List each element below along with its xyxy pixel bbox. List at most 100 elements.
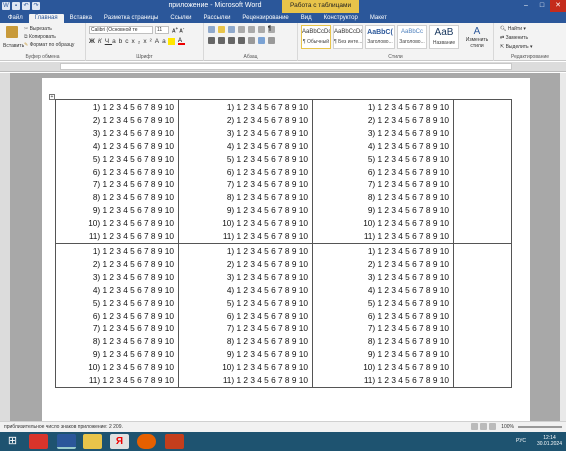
document-table[interactable]: 1) 1 2 3 4 5 6 7 8 9 10 2) 1 2 3 4 5 6 7 … <box>55 99 512 388</box>
start-button-icon[interactable]: ⊞ <box>3 434 22 449</box>
align-left-icon[interactable] <box>208 37 215 44</box>
cell-line: 5) 1 2 3 4 5 6 7 8 9 10 <box>92 153 174 164</box>
word-taskbar-icon[interactable] <box>57 434 76 449</box>
multilevel-list-icon[interactable] <box>228 26 235 33</box>
cell-line: 7) 1 2 3 4 5 6 7 8 9 10 <box>92 179 174 190</box>
style-no-spacing[interactable]: AaBbCcDc ¶ Без инте... <box>333 25 363 49</box>
cell-line: 10) 1 2 3 4 5 6 7 8 9 10 <box>363 218 449 229</box>
tab-design[interactable]: Конструктор <box>318 14 364 23</box>
cut-button[interactable]: ✂ Вырезать <box>24 26 52 32</box>
bold-icon[interactable]: Ж <box>89 38 98 45</box>
font-name-select[interactable]: Calibri (Основной те <box>89 26 153 34</box>
tab-file[interactable]: Файл <box>2 14 29 23</box>
full-screen-icon[interactable] <box>480 423 487 430</box>
tab-view[interactable]: Вид <box>295 14 318 23</box>
change-styles-button[interactable]: A Изменить стили <box>463 26 491 49</box>
acrobat-icon[interactable] <box>29 434 48 449</box>
tab-home[interactable]: Главная <box>28 14 64 23</box>
tab-layout[interactable]: Макет <box>364 14 393 23</box>
cell-line: 9) 1 2 3 4 5 6 7 8 9 10 <box>226 205 308 216</box>
align-center-icon[interactable] <box>218 37 225 44</box>
horizontal-ruler[interactable] <box>0 62 566 72</box>
table-cell[interactable]: 1) 1 2 3 4 5 6 7 8 9 10 2) 1 2 3 4 5 6 7 … <box>55 99 179 244</box>
justify-icon[interactable] <box>238 37 245 44</box>
zoom-slider[interactable] <box>518 426 562 428</box>
table-cell[interactable]: 1) 1 2 3 4 5 6 7 8 9 10 2) 1 2 3 4 5 6 7 … <box>178 99 313 244</box>
style-heading-1[interactable]: AaBbC( Заголово... <box>365 25 395 49</box>
cell-line: 5) 1 2 3 4 5 6 7 8 9 10 <box>367 297 449 308</box>
cell-line: 4) 1 2 3 4 5 6 7 8 9 10 <box>367 140 449 151</box>
tab-references[interactable]: Ссылки <box>164 14 197 23</box>
pilcrow-icon[interactable]: ¶ <box>268 26 275 33</box>
yandex-browser-icon[interactable]: Я <box>110 434 129 449</box>
cell-line: 8) 1 2 3 4 5 6 7 8 9 10 <box>367 192 449 203</box>
vertical-scrollbar[interactable] <box>560 73 566 421</box>
sort-icon[interactable] <box>258 26 265 33</box>
close-button[interactable]: ✕ <box>550 0 566 12</box>
explorer-icon[interactable] <box>83 434 102 449</box>
copy-button[interactable]: ⧉ Копировать <box>24 34 56 40</box>
web-layout-icon[interactable] <box>489 423 496 430</box>
cell-line: 8) 1 2 3 4 5 6 7 8 9 10 <box>367 336 449 347</box>
numbering-icon[interactable] <box>218 26 225 33</box>
cell-line: 2) 1 2 3 4 5 6 7 8 9 10 <box>226 114 308 125</box>
decrease-indent-icon[interactable] <box>238 26 245 33</box>
subscript-icon[interactable]: x₂ <box>132 38 144 45</box>
format-painter-label: Формат по образцу <box>29 42 75 48</box>
align-right-icon[interactable] <box>228 37 235 44</box>
cell-line: 7) 1 2 3 4 5 6 7 8 9 10 <box>92 323 174 334</box>
superscript-icon[interactable]: x² <box>143 38 154 45</box>
cell-line: 4) 1 2 3 4 5 6 7 8 9 10 <box>226 284 308 295</box>
language-indicator[interactable]: РУС <box>516 438 526 444</box>
table-cell[interactable]: 1) 1 2 3 4 5 6 7 8 9 10 2) 1 2 3 4 5 6 7 … <box>178 243 313 388</box>
tab-page-layout[interactable]: Разметка страницы <box>98 14 164 23</box>
table-cell[interactable]: 1) 1 2 3 4 5 6 7 8 9 10 2) 1 2 3 4 5 6 7 … <box>55 243 179 388</box>
increase-indent-icon[interactable] <box>248 26 255 33</box>
vertical-ruler[interactable] <box>0 73 10 421</box>
maximize-button[interactable]: □ <box>534 0 550 12</box>
cell-content: 1) 1 2 3 4 5 6 7 8 9 10 2) 1 2 3 4 5 6 7 … <box>317 101 449 243</box>
borders-icon[interactable] <box>268 37 275 44</box>
cell-line: 11) 1 2 3 4 5 6 7 8 9 10 <box>222 375 308 386</box>
font-size-select[interactable]: 11 <box>155 26 169 34</box>
clock[interactable]: 12:14 30.01.2024 <box>537 435 562 447</box>
format-painter-button[interactable]: ✎ Формат по образцу <box>24 42 74 48</box>
table-cell[interactable]: 1) 1 2 3 4 5 6 7 8 9 10 2) 1 2 3 4 5 6 7 … <box>312 99 454 244</box>
italic-icon[interactable]: К <box>98 38 105 45</box>
line-spacing-icon[interactable] <box>248 37 255 44</box>
font-color-icon[interactable]: A <box>178 38 185 45</box>
style-heading-2[interactable]: AaBbCc Заголово... <box>397 25 427 49</box>
strikethrough-icon[interactable]: abc <box>112 38 131 45</box>
style-title[interactable]: AaB Название <box>429 25 459 49</box>
style-normal[interactable]: AaBbCcDc ¶ Обычный <box>301 25 331 49</box>
style-preview: AaBbC( <box>367 29 393 36</box>
redo-icon[interactable]: ↷ <box>32 2 40 10</box>
grow-font-icon[interactable]: A+ A- <box>172 26 184 35</box>
cell-line: 3) 1 2 3 4 5 6 7 8 9 10 <box>226 127 308 138</box>
bullets-icon[interactable] <box>208 26 215 33</box>
tab-review[interactable]: Рецензирование <box>236 14 294 23</box>
text-effects-icon[interactable]: Aa <box>155 38 169 45</box>
zoom-level[interactable]: 100% <box>501 424 514 430</box>
paste-button[interactable]: Вставить <box>3 25 24 49</box>
tab-mailings[interactable]: Рассылки <box>197 14 236 23</box>
table-cell[interactable] <box>453 243 512 388</box>
powerpoint-icon[interactable] <box>165 434 184 449</box>
print-layout-icon[interactable] <box>471 423 478 430</box>
tab-insert[interactable]: Вставка <box>64 14 98 23</box>
select-button[interactable]: ⇱ Выделить ▾ <box>500 44 533 50</box>
change-styles-icon: A <box>473 26 481 37</box>
find-button[interactable]: 🔍︎ Найти ▾ <box>500 26 526 32</box>
firefox-icon[interactable] <box>137 434 156 449</box>
highlight-icon[interactable] <box>168 38 175 45</box>
table-cell[interactable]: 1) 1 2 3 4 5 6 7 8 9 10 2) 1 2 3 4 5 6 7 … <box>312 243 454 388</box>
minimize-button[interactable]: – <box>518 0 534 12</box>
shading-icon[interactable] <box>258 37 265 44</box>
undo-icon[interactable]: ↶ <box>22 2 30 10</box>
replace-button[interactable]: ⇄ Заменить <box>500 35 528 41</box>
underline-icon[interactable]: Ч <box>105 38 112 45</box>
cell-line: 4) 1 2 3 4 5 6 7 8 9 10 <box>367 284 449 295</box>
save-icon[interactable]: ▪ <box>12 2 20 10</box>
editing-group: 🔍︎ Найти ▾ ⇄ Заменить ⇱ Выделить ▾ Редак… <box>494 23 566 61</box>
table-cell[interactable] <box>453 99 512 244</box>
